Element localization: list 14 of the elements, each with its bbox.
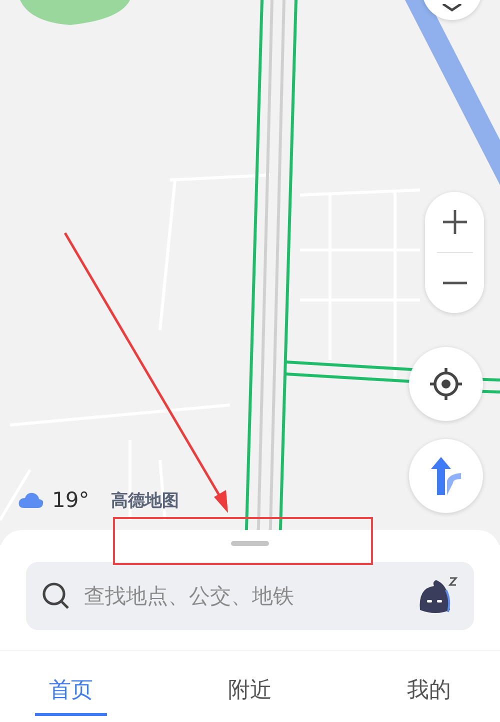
tab[interactable]: 附近 [214,651,286,716]
cloud-icon [18,492,44,508]
search-icon [42,582,70,610]
temperature: 19° [52,488,90,512]
search-field[interactable]: 查找地点、公交、地铁 [82,583,404,609]
tab[interactable]: 我的 [393,651,465,716]
map-logo: 高德地图 [111,490,180,512]
drag-handle[interactable] [231,541,269,546]
locate-icon [429,367,463,401]
minus-icon [442,281,468,285]
search-bar[interactable]: 查找地点、公交、地铁 [26,562,474,630]
tab[interactable]: 首页 [35,651,107,716]
route-arrow-icon [431,457,461,495]
plus-icon [442,209,468,235]
